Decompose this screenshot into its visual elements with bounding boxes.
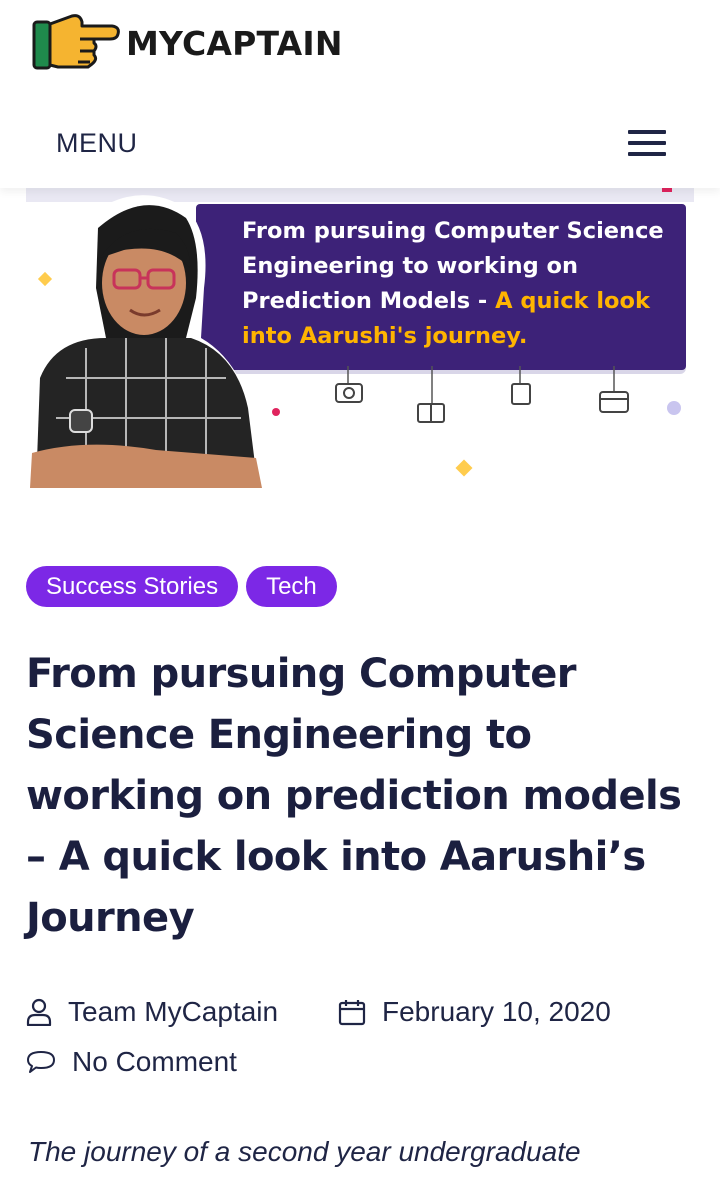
comment-bubble-icon [27,1051,55,1073]
calendar-icon [338,1000,366,1026]
user-icon [26,998,52,1026]
hamburger-menu-icon[interactable] [628,130,666,156]
category-tags: Success Stories Tech [26,566,337,607]
article-comments[interactable]: No Comment [26,1046,237,1078]
author-name: Team MyCaptain [68,996,279,1027]
decorative-dots [37,188,681,477]
tag-success-stories[interactable]: Success Stories [26,566,239,607]
article-date[interactable]: February 10, 2020 [338,996,611,1028]
comment-count: No Comment [72,1046,237,1077]
tag-tech[interactable]: Tech [246,566,337,607]
menu-label[interactable]: MENU [56,128,138,159]
article-author[interactable]: Team MyCaptain [26,996,278,1028]
article-excerpt: The journey of a second year undergradua… [28,1136,581,1167]
article-title: From pursuing Computer Science Engineeri… [26,651,682,941]
site-header: MYCAPTAIN MENU [0,0,720,188]
logo-wordmark: MYCAPTAIN [126,23,343,63]
hero-banner-image: From pursuing Computer Science Engineeri… [26,188,694,488]
publish-date: February 10, 2020 [382,996,611,1027]
pointing-hand-logo-icon [32,14,120,70]
site-logo[interactable]: MYCAPTAIN [32,10,343,76]
